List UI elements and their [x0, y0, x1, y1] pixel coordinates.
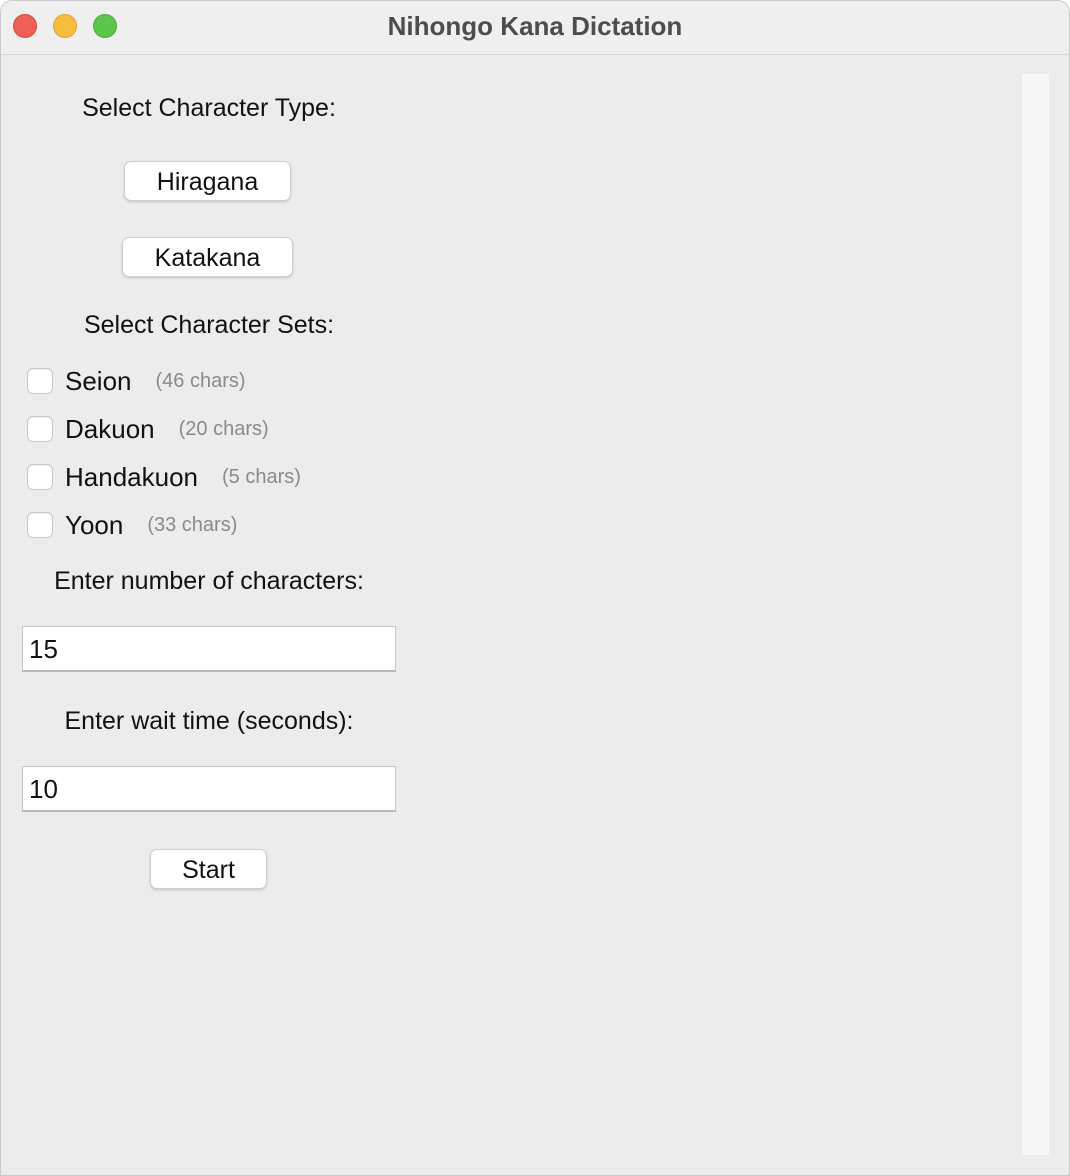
num-chars-input[interactable]: 15: [22, 626, 396, 672]
wait-time-input[interactable]: 10: [22, 766, 396, 812]
set-row-dakuon[interactable]: Dakuon (20 chars): [27, 413, 269, 445]
character-type-heading: Select Character Type:: [82, 94, 336, 122]
start-button[interactable]: Start: [150, 849, 267, 889]
seion-count: (46 chars): [155, 369, 246, 392]
dakuon-checkbox[interactable]: [27, 416, 53, 442]
title-bar[interactable]: Nihongo Kana Dictation: [1, 1, 1069, 55]
scrollbar-track[interactable]: [1022, 74, 1049, 1155]
character-sets-heading: Select Character Sets:: [83, 311, 335, 339]
dakuon-count: (20 chars): [178, 417, 269, 440]
set-row-handakuon[interactable]: Handakuon (5 chars): [27, 461, 301, 493]
app-window: Nihongo Kana Dictation Select Character …: [0, 0, 1070, 1176]
set-row-yoon[interactable]: Yoon (33 chars): [27, 509, 237, 541]
handakuon-checkbox[interactable]: [27, 464, 53, 490]
window-title: Nihongo Kana Dictation: [387, 11, 683, 41]
wait-time-label: Enter wait time (seconds):: [64, 707, 354, 735]
set-row-seion[interactable]: Seion (46 chars): [27, 365, 246, 397]
handakuon-count: (5 chars): [222, 465, 301, 488]
yoon-label: Yoon: [65, 509, 124, 540]
seion-label: Seion: [65, 365, 132, 396]
seion-checkbox[interactable]: [27, 368, 53, 394]
num-chars-label: Enter number of characters:: [54, 567, 364, 595]
yoon-checkbox[interactable]: [27, 512, 53, 538]
katakana-button[interactable]: Katakana: [122, 237, 293, 277]
hiragana-button[interactable]: Hiragana: [124, 161, 291, 201]
yoon-count: (33 chars): [147, 513, 238, 536]
handakuon-label: Handakuon: [65, 461, 198, 492]
dakuon-label: Dakuon: [65, 413, 155, 444]
